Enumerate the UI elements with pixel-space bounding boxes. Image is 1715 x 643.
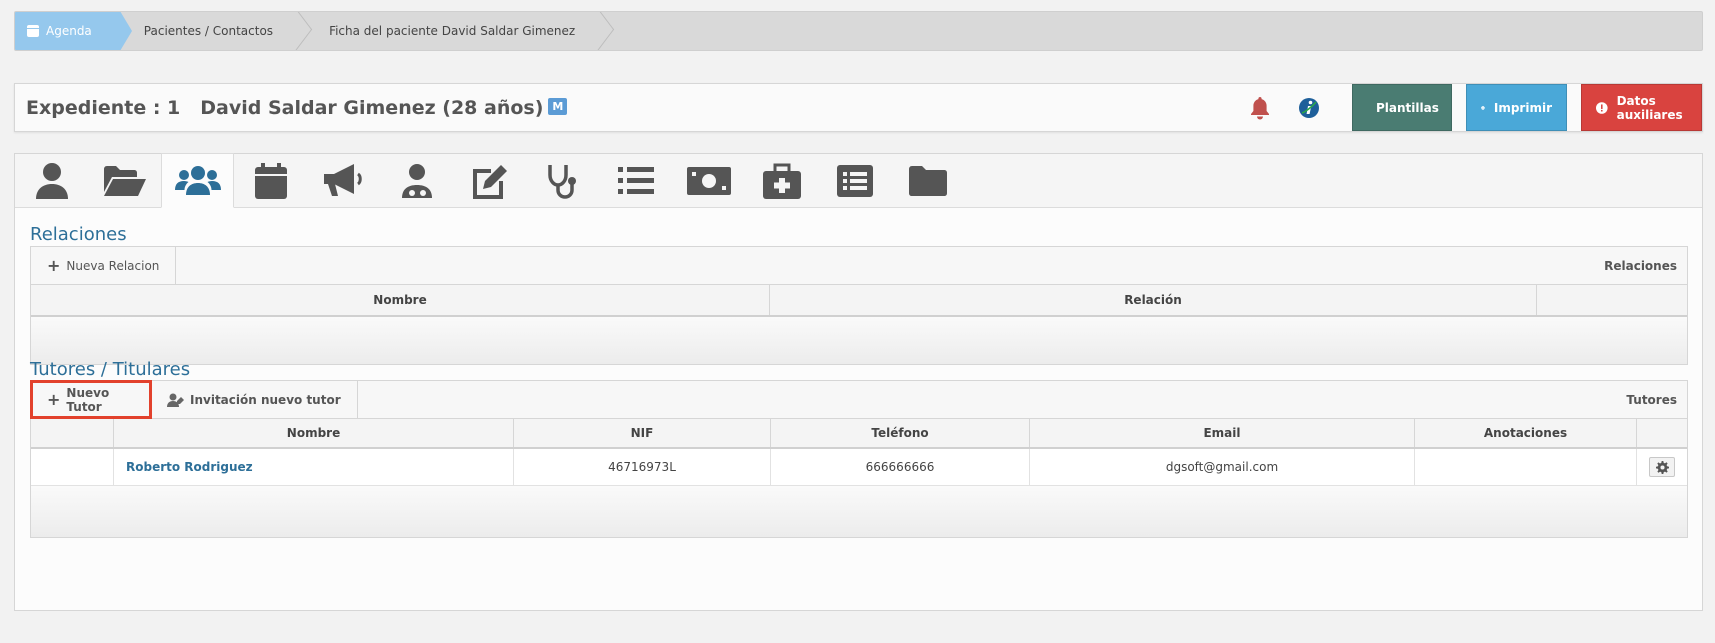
tutores-title: Tutores / Titulares [30,359,191,380]
tab-campanas[interactable] [307,154,380,207]
main-panel: Relaciones + Nueva Relacion Relaciones N… [14,153,1703,611]
row-cell-empty [31,449,114,485]
tab-listado[interactable] [599,154,672,207]
stethoscope-icon [547,164,576,199]
breadcrumb: Agenda Pacientes / Contactos Ficha del p… [14,11,1703,51]
gender-badge: M [548,97,568,115]
exclamation-circle-icon [1596,101,1608,114]
tab-relaciones[interactable] [161,153,234,208]
invitacion-tutor-label: Invitación nuevo tutor [190,392,341,407]
patient-name-text: David Saldar Gimenez (28 años) [200,96,544,119]
calendar-icon [254,162,287,199]
tab-archivos[interactable] [891,154,964,207]
table-footer [31,317,1687,365]
relaciones-title: Relaciones [30,224,127,245]
megaphone-icon [323,163,362,196]
datos-auxiliares-button[interactable]: Datos auxiliares [1581,84,1702,131]
nueva-relacion-label: Nueva Relacion [66,258,160,273]
nueva-relacion-button[interactable]: + Nueva Relacion [31,247,177,284]
relaciones-toolbar: + Nueva Relacion Relaciones [30,246,1688,285]
tab-tratamientos[interactable] [745,154,818,207]
invitacion-tutor-button[interactable]: Invitación nuevo tutor [151,381,358,418]
column-header[interactable]: Relación [770,285,1537,315]
tutor-name-link[interactable]: Roberto Rodriguez [114,449,514,485]
printer-icon [1481,105,1485,110]
money-icon [686,166,731,195]
breadcrumb-label: Pacientes / Contactos [143,24,274,38]
imprimir-label: Imprimir [1493,100,1552,115]
tutor-telefono: 666666666 [771,449,1030,485]
tab-profesional[interactable] [380,154,453,207]
breadcrumb-label: Ficha del paciente David Saldar Gimenez [329,24,576,38]
table-header: Nombre Relación [31,285,1687,317]
column-header[interactable]: Teléfono [771,419,1030,447]
tab-documentos[interactable] [88,154,161,207]
imprimir-button[interactable]: Imprimir [1466,84,1567,131]
list-icon [617,166,654,194]
plantillas-label: Plantillas [1376,100,1439,115]
table-footer [31,486,1687,538]
folder-icon [908,165,947,196]
column-header[interactable]: Nombre [114,419,514,447]
users-icon [174,165,221,195]
column-header-scroll [1537,285,1687,315]
tutores-toolbar: + Nuevo Tutor Invitación nuevo tutor Tut… [30,380,1688,419]
row-actions [1637,449,1687,485]
tab-bar [15,153,1702,208]
plus-icon: + [47,390,61,409]
patient-header: Expediente : 1 David Saldar Gimenez (28 … [14,83,1703,132]
tutor-nif: 46716973L [514,449,771,485]
folder-open-icon [103,165,146,196]
nuevo-tutor-button[interactable]: + Nuevo Tutor [30,380,152,419]
tutores-toolbar-label: Tutores [1626,392,1677,407]
tutor-email: dgsoft@gmail.com [1030,449,1415,485]
tab-citas[interactable] [234,154,307,207]
bell-icon[interactable] [1249,96,1271,120]
row-settings-button[interactable] [1649,457,1675,477]
patient-name: David Saldar Gimenez (28 años) M [200,96,568,119]
tutor-anotaciones [1415,449,1637,485]
breadcrumb-label: Agenda [46,24,92,38]
column-header[interactable]: Email [1030,419,1415,447]
table-header: Nombre NIF Teléfono Email Anotaciones [31,419,1687,449]
column-header[interactable]: Nombre [31,285,770,315]
column-header [31,419,114,447]
breadcrumb-pacientes[interactable]: Pacientes / Contactos [120,12,301,50]
breadcrumb-agenda[interactable]: Agenda [15,12,132,50]
tab-pagos[interactable] [672,154,745,207]
column-header[interactable]: NIF [514,419,771,447]
tab-formularios[interactable] [818,154,891,207]
plantillas-button[interactable]: Plantillas [1352,84,1452,131]
relaciones-toolbar-label: Relaciones [1604,258,1677,273]
user-edit-icon [167,393,184,407]
relaciones-table: Nombre Relación [30,285,1688,365]
medkit-icon [762,163,801,199]
plus-icon: + [47,256,61,275]
nuevo-tutor-label: Nuevo Tutor [66,385,110,414]
expediente-label: Expediente : 1 [26,96,181,119]
list-alt-icon [836,164,873,197]
column-header[interactable]: Anotaciones [1415,419,1637,447]
tab-datos-paciente[interactable] [15,154,88,207]
column-header [1637,419,1687,447]
gear-icon [1655,460,1669,474]
table-row[interactable]: Roberto Rodriguez 46716973L 666666666 dg… [31,449,1687,486]
tab-historia-clinica[interactable] [526,154,599,207]
user-icon [35,162,68,199]
calendar-icon [27,25,39,37]
tutores-table: Nombre NIF Teléfono Email Anotaciones Ro… [30,419,1688,538]
doctor-icon [401,163,432,198]
edit-icon [472,164,507,199]
tutor-name[interactable]: Roberto Rodriguez [126,460,253,474]
datos-auxiliares-label: Datos auxiliares [1616,93,1683,122]
breadcrumb-ficha[interactable]: Ficha del paciente David Saldar Gimenez [301,12,603,50]
info-icon[interactable] [1298,97,1320,119]
tab-notas[interactable] [453,154,526,207]
